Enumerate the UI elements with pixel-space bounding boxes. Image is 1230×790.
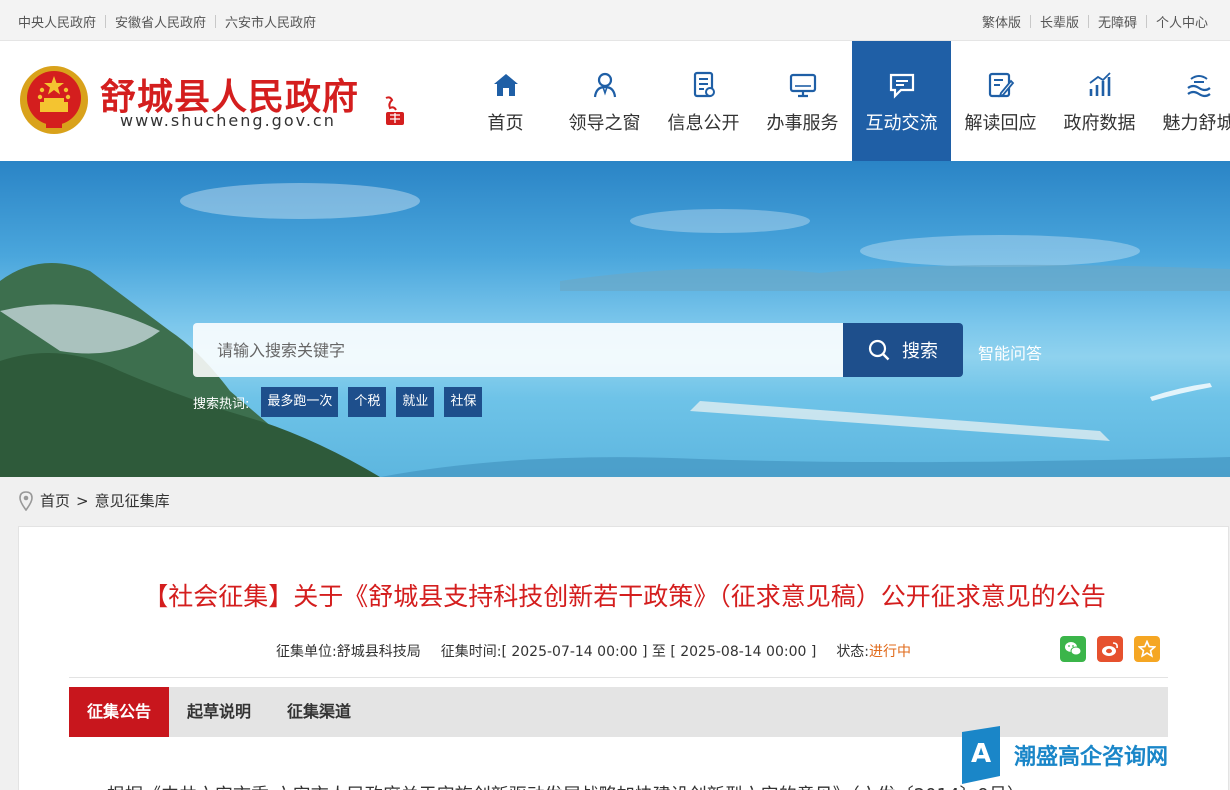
- hot-tag[interactable]: 社保: [444, 387, 483, 417]
- tab-notice[interactable]: 征集公告: [69, 687, 170, 737]
- search-icon: [868, 339, 890, 361]
- nav-label: 解读回应: [964, 113, 1037, 134]
- favorite-button[interactable]: [1134, 636, 1160, 662]
- nav-label: 信息公开: [667, 113, 740, 134]
- edit-icon: [988, 72, 1014, 98]
- tab-drafting-notes[interactable]: 起草说明: [169, 687, 269, 737]
- site-url: www.shucheng.gov.cn: [120, 111, 336, 130]
- person-icon: [593, 72, 616, 98]
- site-header: 舒城县人民政府 www.shucheng.gov.cn 首页 领导之窗 信息公开…: [0, 41, 1230, 161]
- breadcrumb: 首页 > 意见征集库: [18, 490, 170, 511]
- divider: [1087, 15, 1089, 28]
- monitor-icon: [789, 73, 816, 98]
- hot-keywords: 搜索热词: 最多跑一次 个税 就业 社保: [193, 387, 492, 417]
- nav-label: 政府数据: [1063, 113, 1136, 134]
- weibo-icon: [1102, 642, 1118, 656]
- red-seal-icon: [385, 96, 404, 125]
- hot-tag[interactable]: 就业: [396, 387, 435, 417]
- scenery-icon: [1186, 75, 1211, 98]
- hot-keywords-label: 搜索热词:: [193, 396, 250, 412]
- article-title: 【社会征集】关于《舒城县支持科技创新若干政策》（征求意见稿）公开征求意见的公告: [143, 582, 1106, 611]
- link-elder-mode[interactable]: 长辈版: [1040, 12, 1079, 31]
- nav-label: 首页: [487, 113, 524, 134]
- gov-links: 中央人民政府 安徽省人民政府 六安市人民政府: [18, 12, 316, 31]
- utility-links: 繁体版 长辈版 无障碍 个人中心: [982, 12, 1208, 31]
- search-button-label: 搜索: [902, 341, 938, 362]
- star-icon: [1138, 640, 1156, 658]
- location-pin-icon: [19, 490, 33, 511]
- hot-tag[interactable]: 最多跑一次: [261, 387, 339, 417]
- link-luan-gov[interactable]: 六安市人民政府: [225, 12, 316, 31]
- chat-icon: [889, 73, 914, 99]
- breadcrumb-separator: >: [76, 491, 89, 510]
- nav-item-charm-shucheng[interactable]: 魅力舒城: [1149, 41, 1230, 161]
- home-icon: [493, 74, 518, 96]
- watermark-text: 潮盛高企咨询网: [1014, 744, 1169, 770]
- svg-text:A: A: [971, 739, 991, 769]
- breadcrumb-home[interactable]: 首页: [40, 490, 70, 511]
- search-box: [193, 323, 843, 377]
- link-traditional-chinese[interactable]: 繁体版: [982, 12, 1021, 31]
- national-emblem-icon[interactable]: [18, 64, 90, 138]
- banner-landscape: [0, 183, 1230, 477]
- wechat-icon: [1065, 642, 1082, 656]
- search-input[interactable]: [193, 323, 843, 377]
- breadcrumb-current[interactable]: 意见征集库: [95, 490, 170, 511]
- hero-banner: 搜索 智能问答 搜索热词: 最多跑一次 个税 就业 社保: [0, 161, 1230, 477]
- nav-label: 互动交流: [865, 113, 938, 134]
- nav-item-info-disclosure[interactable]: 信息公开: [654, 41, 753, 161]
- divider: [1029, 15, 1031, 28]
- top-utility-bar: 中央人民政府 安徽省人民政府 六安市人民政府 繁体版 长辈版 无障碍 个人中心: [0, 0, 1230, 41]
- unit-value: 舒城县科技局: [336, 644, 421, 660]
- smart-qa-link[interactable]: 智能问答: [978, 340, 1042, 364]
- time-label: 征集时间:: [440, 644, 502, 660]
- chart-icon: [1088, 72, 1111, 96]
- search-button[interactable]: 搜索: [843, 323, 963, 377]
- time-value: [ 2025-07-14 00:00 ] 至 [ 2025-08-14 00:0…: [501, 644, 817, 660]
- share-wechat-button[interactable]: [1060, 636, 1086, 662]
- watermark: A 潮盛高企咨询网: [962, 726, 1168, 784]
- main-nav: 首页 领导之窗 信息公开 办事服务 互动交流 解读回应 政府数据 魅力舒城: [456, 41, 1230, 161]
- share-weibo-button[interactable]: [1097, 636, 1123, 662]
- nav-label: 领导之窗: [568, 113, 641, 134]
- link-central-gov[interactable]: 中央人民政府: [18, 12, 96, 31]
- divider: [105, 15, 107, 28]
- article-meta: 征集单位: 舒城县科技局 征集时间: [ 2025-07-14 00:00 ] …: [276, 641, 911, 661]
- nav-label: 魅力舒城: [1162, 113, 1230, 134]
- divider: [215, 15, 217, 28]
- watermark-logo-icon: A: [962, 726, 1000, 784]
- status-badge: 进行中: [869, 644, 912, 660]
- divider: [69, 677, 1168, 678]
- nav-item-gov-data[interactable]: 政府数据: [1050, 41, 1149, 161]
- tab-channels[interactable]: 征集渠道: [269, 687, 369, 737]
- status-label: 状态:: [836, 644, 870, 660]
- nav-item-services[interactable]: 办事服务: [753, 41, 852, 161]
- divider: [1145, 15, 1147, 28]
- nav-item-leaders[interactable]: 领导之窗: [555, 41, 654, 161]
- nav-item-interpretation[interactable]: 解读回应: [951, 41, 1050, 161]
- hot-tag[interactable]: 个税: [348, 387, 387, 417]
- nav-item-home[interactable]: 首页: [456, 41, 555, 161]
- document-icon: [693, 71, 715, 98]
- nav-item-interaction[interactable]: 互动交流: [852, 41, 951, 161]
- nav-label: 办事服务: [766, 113, 839, 134]
- link-accessibility[interactable]: 无障碍: [1098, 12, 1137, 31]
- unit-label: 征集单位:: [276, 644, 337, 660]
- link-personal-center[interactable]: 个人中心: [1156, 12, 1208, 31]
- link-anhui-gov[interactable]: 安徽省人民政府: [115, 12, 206, 31]
- share-buttons: [1060, 636, 1171, 662]
